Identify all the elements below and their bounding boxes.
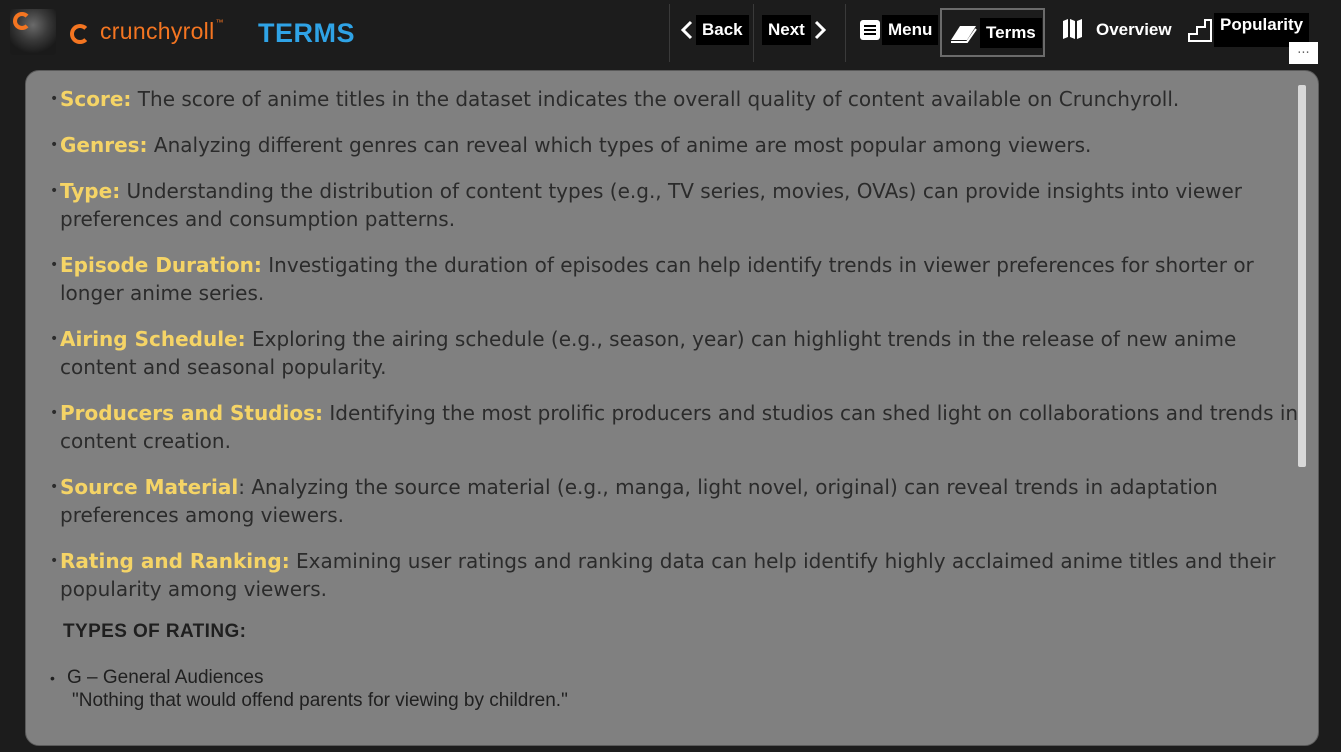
overview-label: Overview [1096, 20, 1172, 39]
back-label: Back [696, 15, 749, 45]
rating-item-g: • G – General Audiences "Nothing that wo… [50, 666, 1300, 712]
term-item-rating-ranking: • Rating and Ranking: Examining user rati… [50, 549, 1276, 601]
rating-label: G – General Audiences [67, 667, 264, 688]
term-item-source-material: • Source Material: Analyzing the source m… [50, 475, 1218, 527]
brand-name: crunchyroll™ [100, 18, 224, 44]
book-icon [951, 25, 977, 43]
overview-button[interactable]: Overview [1060, 12, 1178, 48]
nav-divider [845, 4, 846, 62]
chevron-right-icon [814, 20, 826, 40]
menu-label: Menu [882, 15, 939, 45]
term-item-genres: • Genres: Analyzing different genres can … [50, 133, 1092, 157]
term-item-score: • Score: The score of anime titles in the… [50, 87, 1180, 111]
top-bar: crunchyroll™ TERMS Back Next Menu Terms … [0, 0, 1341, 66]
nav-divider [669, 4, 670, 62]
crunchyroll-logo-icon [70, 24, 90, 44]
next-button[interactable]: Next [762, 12, 829, 48]
rating-description: "Nothing that would offend parents for v… [72, 690, 568, 711]
term-item-airing-schedule: • Airing Schedule: Exploring the airing s… [50, 327, 1237, 379]
chevron-left-icon [680, 20, 693, 40]
map-icon [1063, 19, 1082, 39]
term-item-producers-studios: • Producers and Studios: Identifying the … [50, 401, 1299, 453]
back-button[interactable]: Back [678, 12, 749, 48]
app-logo-thumbnail [10, 9, 56, 55]
rating-types-heading: TYPES OF RATING: [63, 621, 247, 642]
next-label: Next [762, 15, 811, 45]
bar-steps-icon [1188, 19, 1212, 42]
terms-panel: • Score: The score of anime titles in the… [25, 70, 1319, 746]
nav-divider [753, 4, 754, 62]
menu-icon [860, 20, 880, 40]
page-title: TERMS [258, 18, 355, 48]
terms-label: Terms [980, 17, 1042, 48]
terms-list: • Score: The score of anime titles in the… [50, 85, 1300, 712]
crunchyroll-mark-icon [13, 12, 31, 30]
more-options-button[interactable]: ... [1289, 42, 1318, 64]
terms-button[interactable]: Terms [940, 8, 1045, 57]
menu-button[interactable]: Menu [858, 12, 939, 48]
term-item-type: • Type: Understanding the distribution of… [50, 179, 1243, 231]
term-item-episode-duration: • Episode Duration: Investigating the dur… [50, 253, 1254, 305]
